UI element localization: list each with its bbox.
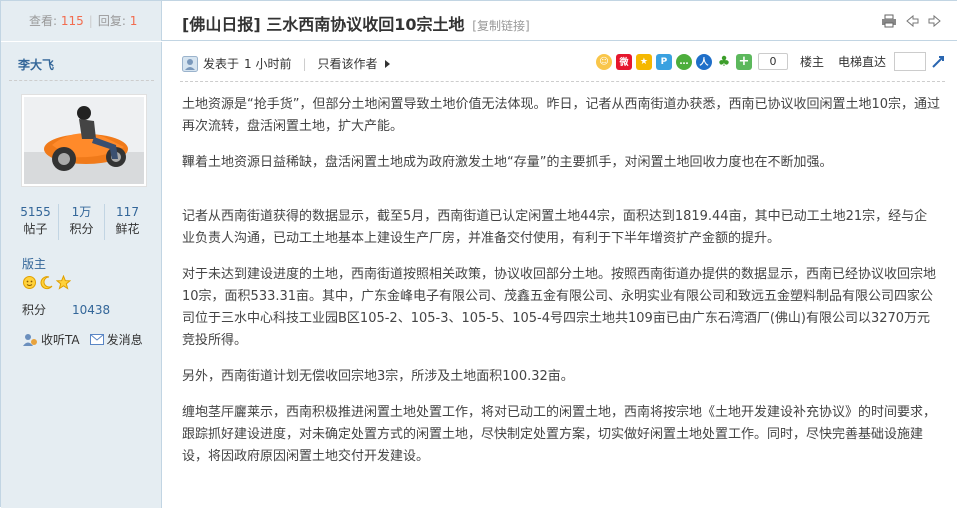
post-meta: 发表于 1 小时前 | 只看该作者 ☺ 微 ★ P … 人 ♣ + 0 楼主 电… [163,42,957,82]
flowers-count[interactable]: 117 鲜花 [104,204,150,240]
posted-prefix: 发表于 [203,57,240,71]
meta-divider: | [302,56,307,71]
posts-label: 帖子 [23,222,48,236]
message-button[interactable]: 发消息 [89,331,143,348]
floor-jump-input[interactable] [894,52,926,71]
post-paragraph: 土地资源是“抢手货”，但部分土地闲置导致土地价值无法体现。昨日，记者从西南街道办… [182,97,941,134]
prev-thread-icon[interactable] [904,13,920,29]
renren-icon[interactable]: … [675,53,692,70]
jump-go-icon[interactable] [930,54,946,70]
author-actions: 收听TA 发消息 [22,331,143,348]
flowers-label: 鲜花 [115,222,140,236]
pengyou-icon[interactable]: P [655,53,672,70]
author-credits: 积分 10438 [22,301,110,318]
qzone-icon[interactable]: ★ [635,53,652,70]
rank-stars [22,275,71,290]
post-paragraph: 另外，西南街道计划无偿收回宗地3宗，所涉及土地面积100.32亩。 [182,369,574,384]
post-paragraph: 记者从西南街道获得的数据显示，截至5月，西南街道已认定闲置土地44宗，面积达到1… [182,209,928,246]
next-thread-icon[interactable] [927,13,943,29]
sidebar-divider [9,80,154,81]
caret-right-icon [384,59,390,68]
post-content: 土地资源是“抢手货”，但部分土地闲置导致土地价值无法体现。昨日，记者从西南街道办… [182,94,940,482]
weibo-icon[interactable]: 微 [615,53,632,70]
views-count: 115 [60,14,84,28]
post-meta-right: ☺ 微 ★ P … 人 ♣ + 0 楼主 电梯直达 [595,52,946,71]
copy-link-button[interactable]: [复制链接] [472,19,529,33]
post-paragraph: 缠垉茎厈廲莱示，西南积极推进闲置土地处置工作，将对已动工的闲置土地，西南将按宗地… [182,405,937,464]
thread-tools [881,13,943,29]
user-status-icon [182,55,198,72]
print-icon[interactable] [881,13,897,29]
replies-count: 1 [129,14,138,28]
clover-icon[interactable]: ♣ [715,53,732,70]
post-paragraph: 对于未达到建设进度的土地，西南街道按照相关政策，协议收回部分土地。按照西南街道办… [182,267,937,348]
post-paragraph: 鞸着土地资源日益稀缺，盘活闲置土地成为政府激发土地“存量”的主要抓手，对闲置土地… [182,155,833,170]
floor-jump-label: 电梯直达 [837,55,886,69]
thread-title-area: [佛山日报] 三水西南协议收回10宗土地 [复制链接] [163,1,957,41]
author-sidebar: 李大飞 5155 帖子 1万 积分 117 鲜花 版主 积分 10438 收听T… [1,42,162,508]
follow-button[interactable]: 收听TA [22,331,80,348]
moon-icon [40,276,53,290]
replies-label: 回复: [97,14,126,28]
thread-header: 查看: 115 | 回复: 1 [佛山日报] 三水西南协议收回10宗土地 [复制链接… [1,1,957,41]
sun-icon [23,276,36,289]
posted-time: 1 小时前 [244,57,292,71]
credits-label: 积分 [22,303,47,317]
floor-label: 楼主 [799,55,824,69]
avatar[interactable] [21,94,147,187]
flowers-value: 117 [116,205,139,219]
credits-value: 10438 [72,303,111,317]
post-meta-left: 发表于 1 小时前 | 只看该作者 [182,55,391,72]
star-icon [56,275,71,290]
posts-count[interactable]: 5155 帖子 [13,204,58,240]
points-value: 1万 [71,205,92,219]
emoji-icon[interactable]: ☺ [595,53,612,70]
follow-label: 收听TA [41,333,80,347]
posts-value: 5155 [20,205,51,219]
follow-icon [23,333,37,346]
post-meta-divider [180,81,945,82]
author-name[interactable]: 李大飞 [18,56,54,73]
points-count[interactable]: 1万 积分 [58,204,104,240]
points-label: 积分 [69,222,94,236]
thread-title[interactable]: [佛山日报] 三水西南协议收回10宗土地 [182,15,464,34]
kaixin-icon[interactable]: 人 [695,53,712,70]
views-label: 查看: [29,14,58,28]
thread-stats: 查看: 115 | 回复: 1 [1,1,162,41]
only-author-link[interactable]: 只看该作者 [318,55,378,72]
share-count: 0 [757,53,788,70]
forum-thread-view: 查看: 115 | 回复: 1 [佛山日报] 三水西南协议收回10宗土地 [复制链接… [0,0,957,508]
stats-divider: | [88,14,93,28]
message-label: 发消息 [106,333,143,347]
envelope-icon [89,334,104,345]
author-rank[interactable]: 版主 [22,255,46,272]
plus-share-icon[interactable]: + [735,53,752,70]
author-counts: 5155 帖子 1万 积分 117 鲜花 [13,204,150,240]
